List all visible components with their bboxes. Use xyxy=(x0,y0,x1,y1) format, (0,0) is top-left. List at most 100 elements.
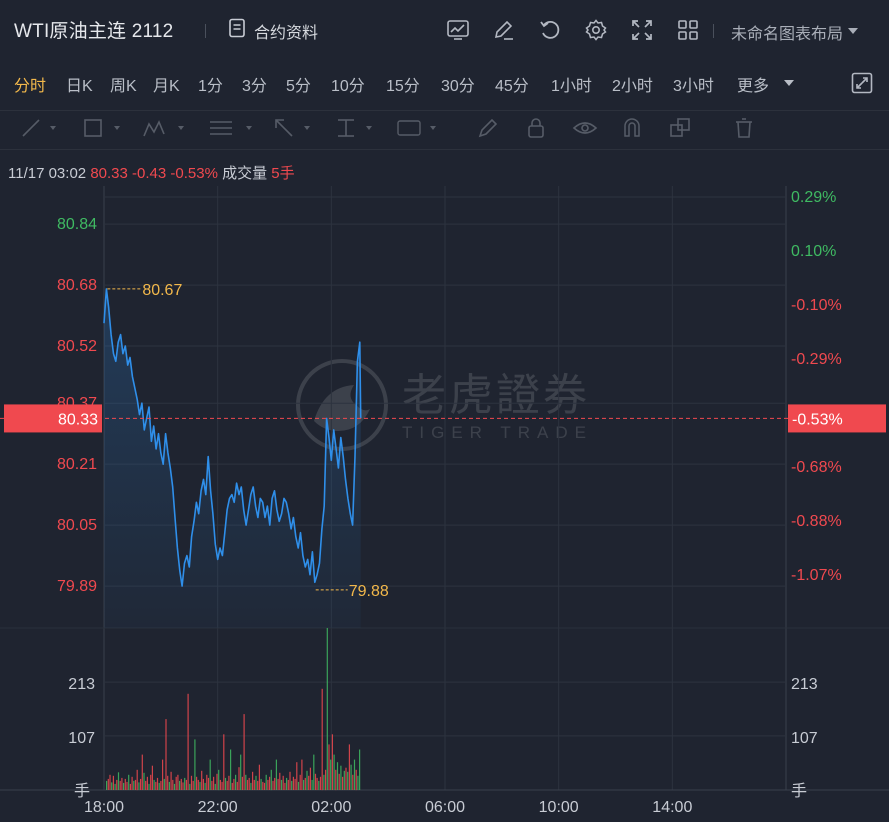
volume-bar xyxy=(228,775,230,790)
trend-icon[interactable] xyxy=(444,16,472,44)
period-tab-4[interactable]: 1分 xyxy=(198,72,223,96)
volume-bar xyxy=(233,778,235,790)
volume-bar xyxy=(325,769,327,791)
settings-icon[interactable] xyxy=(582,16,610,44)
volume-bar xyxy=(168,781,170,790)
volume-bar xyxy=(279,772,281,790)
price-area xyxy=(104,288,361,628)
quote-change-pct: -0.53% xyxy=(170,165,218,182)
volume-bar xyxy=(342,776,344,790)
magnet-icon[interactable] xyxy=(620,116,644,145)
y-tick-left-5: 80.05 xyxy=(57,517,97,534)
instrument-title[interactable]: WTI原油主连 2112 xyxy=(14,16,173,43)
volume-bar xyxy=(350,764,352,790)
expand-icon[interactable] xyxy=(850,71,874,100)
period-tab-6[interactable]: 5分 xyxy=(286,72,311,96)
volume-bar xyxy=(270,769,272,791)
period-tab-10[interactable]: 45分 xyxy=(495,72,529,96)
contract-info-button[interactable]: 合约资料 xyxy=(228,18,318,43)
volume-bar xyxy=(263,782,266,790)
volume-bar xyxy=(216,773,218,790)
volume-bar xyxy=(265,774,267,790)
fullscreen-icon[interactable] xyxy=(628,16,656,44)
caret-down-icon xyxy=(847,23,859,41)
volume-bar xyxy=(275,759,277,790)
period-tab-13[interactable]: 3小时 xyxy=(673,72,714,96)
volume-bar xyxy=(299,774,301,790)
pen-icon[interactable] xyxy=(476,116,500,145)
period-tab-3[interactable]: 月K xyxy=(153,72,180,96)
vol-unit-right: 手 xyxy=(791,782,807,800)
volume-bar xyxy=(213,776,215,790)
period-tab-7[interactable]: 10分 xyxy=(331,72,365,96)
volume-bar xyxy=(138,782,140,790)
volume-bar xyxy=(201,770,203,790)
layout-select[interactable]: 未命名图表布局 xyxy=(731,20,859,44)
volume-bar xyxy=(355,769,357,791)
volume-bar xyxy=(311,779,313,790)
quote-volume: 5手 xyxy=(271,165,295,182)
period-tab-12[interactable]: 2小时 xyxy=(612,72,653,96)
volume-bar xyxy=(321,688,323,791)
period-tab-9[interactable]: 30分 xyxy=(441,72,475,96)
line-tool-icon[interactable] xyxy=(20,116,60,145)
layers-icon[interactable] xyxy=(668,116,694,145)
volume-bar xyxy=(260,778,262,790)
volume-bar xyxy=(124,778,126,790)
volume-bar xyxy=(172,779,174,790)
volume-bar xyxy=(348,744,350,790)
volume-bar xyxy=(230,749,232,790)
period-tab-1[interactable]: 日K xyxy=(66,72,93,96)
volume-bar xyxy=(272,780,274,790)
volume-bar xyxy=(277,778,279,790)
volume-bar xyxy=(128,774,130,790)
period-tab-11[interactable]: 1小时 xyxy=(551,72,592,96)
y-tick-right-2: -0.10% xyxy=(791,297,842,314)
refresh-icon[interactable] xyxy=(536,16,564,44)
volume-bar xyxy=(353,759,356,790)
trash-icon[interactable] xyxy=(732,116,756,145)
grid-icon[interactable] xyxy=(674,16,702,44)
lock-icon[interactable] xyxy=(524,116,548,145)
text-tool-icon[interactable] xyxy=(334,116,380,145)
volume-bar xyxy=(248,777,250,790)
volume-bar xyxy=(255,775,257,790)
fibonacci-tool-icon[interactable] xyxy=(208,116,258,145)
volume-bar xyxy=(328,744,330,790)
volume-bar xyxy=(123,782,125,790)
volume-bar xyxy=(236,781,238,790)
top-toolbar: WTI原油主连 2112 合约资料 未命名图表布局 xyxy=(0,0,889,62)
period-tab-2[interactable]: 周K xyxy=(110,72,137,96)
rectangle-tool-icon[interactable] xyxy=(82,116,126,145)
volume-bar xyxy=(197,779,199,790)
period-tab-8[interactable]: 15分 xyxy=(386,72,420,96)
period-tab-5[interactable]: 3分 xyxy=(242,72,267,96)
edit-icon[interactable] xyxy=(490,16,518,44)
arrow-tool-icon[interactable] xyxy=(272,116,316,145)
period-tab-0[interactable]: 分时 xyxy=(14,72,46,96)
volume-bar xyxy=(170,771,172,790)
contract-info-label: 合约资料 xyxy=(254,24,319,42)
x-tick-0: 18:00 xyxy=(84,799,124,816)
volume-bar xyxy=(224,777,227,790)
number-tool-icon[interactable] xyxy=(396,116,444,145)
eye-icon[interactable] xyxy=(572,116,598,145)
volume-bar xyxy=(347,771,349,790)
volume-bar xyxy=(318,780,320,790)
volume-bar xyxy=(306,770,308,790)
volume-bar xyxy=(338,773,340,790)
vol-unit-left: 手 xyxy=(74,782,90,800)
vol-tick-left-0: 213 xyxy=(68,676,95,693)
volume-bar xyxy=(129,783,131,790)
volume-bar xyxy=(303,779,305,790)
volume-bar xyxy=(314,773,317,790)
wave-tool-icon[interactable] xyxy=(142,116,190,145)
volume-bar xyxy=(134,779,137,790)
x-tick-4: 10:00 xyxy=(539,799,579,816)
y-tick-right-5: -0.68% xyxy=(791,459,842,476)
period-tab-14[interactable]: 更多 xyxy=(737,72,769,96)
volume-bar xyxy=(269,776,271,790)
intraday-chart[interactable]: 80.8480.6880.5280.3780.2180.0579.890.29%… xyxy=(0,186,889,822)
volume-bar xyxy=(146,776,148,790)
vol-tick-right-1: 107 xyxy=(791,730,818,747)
